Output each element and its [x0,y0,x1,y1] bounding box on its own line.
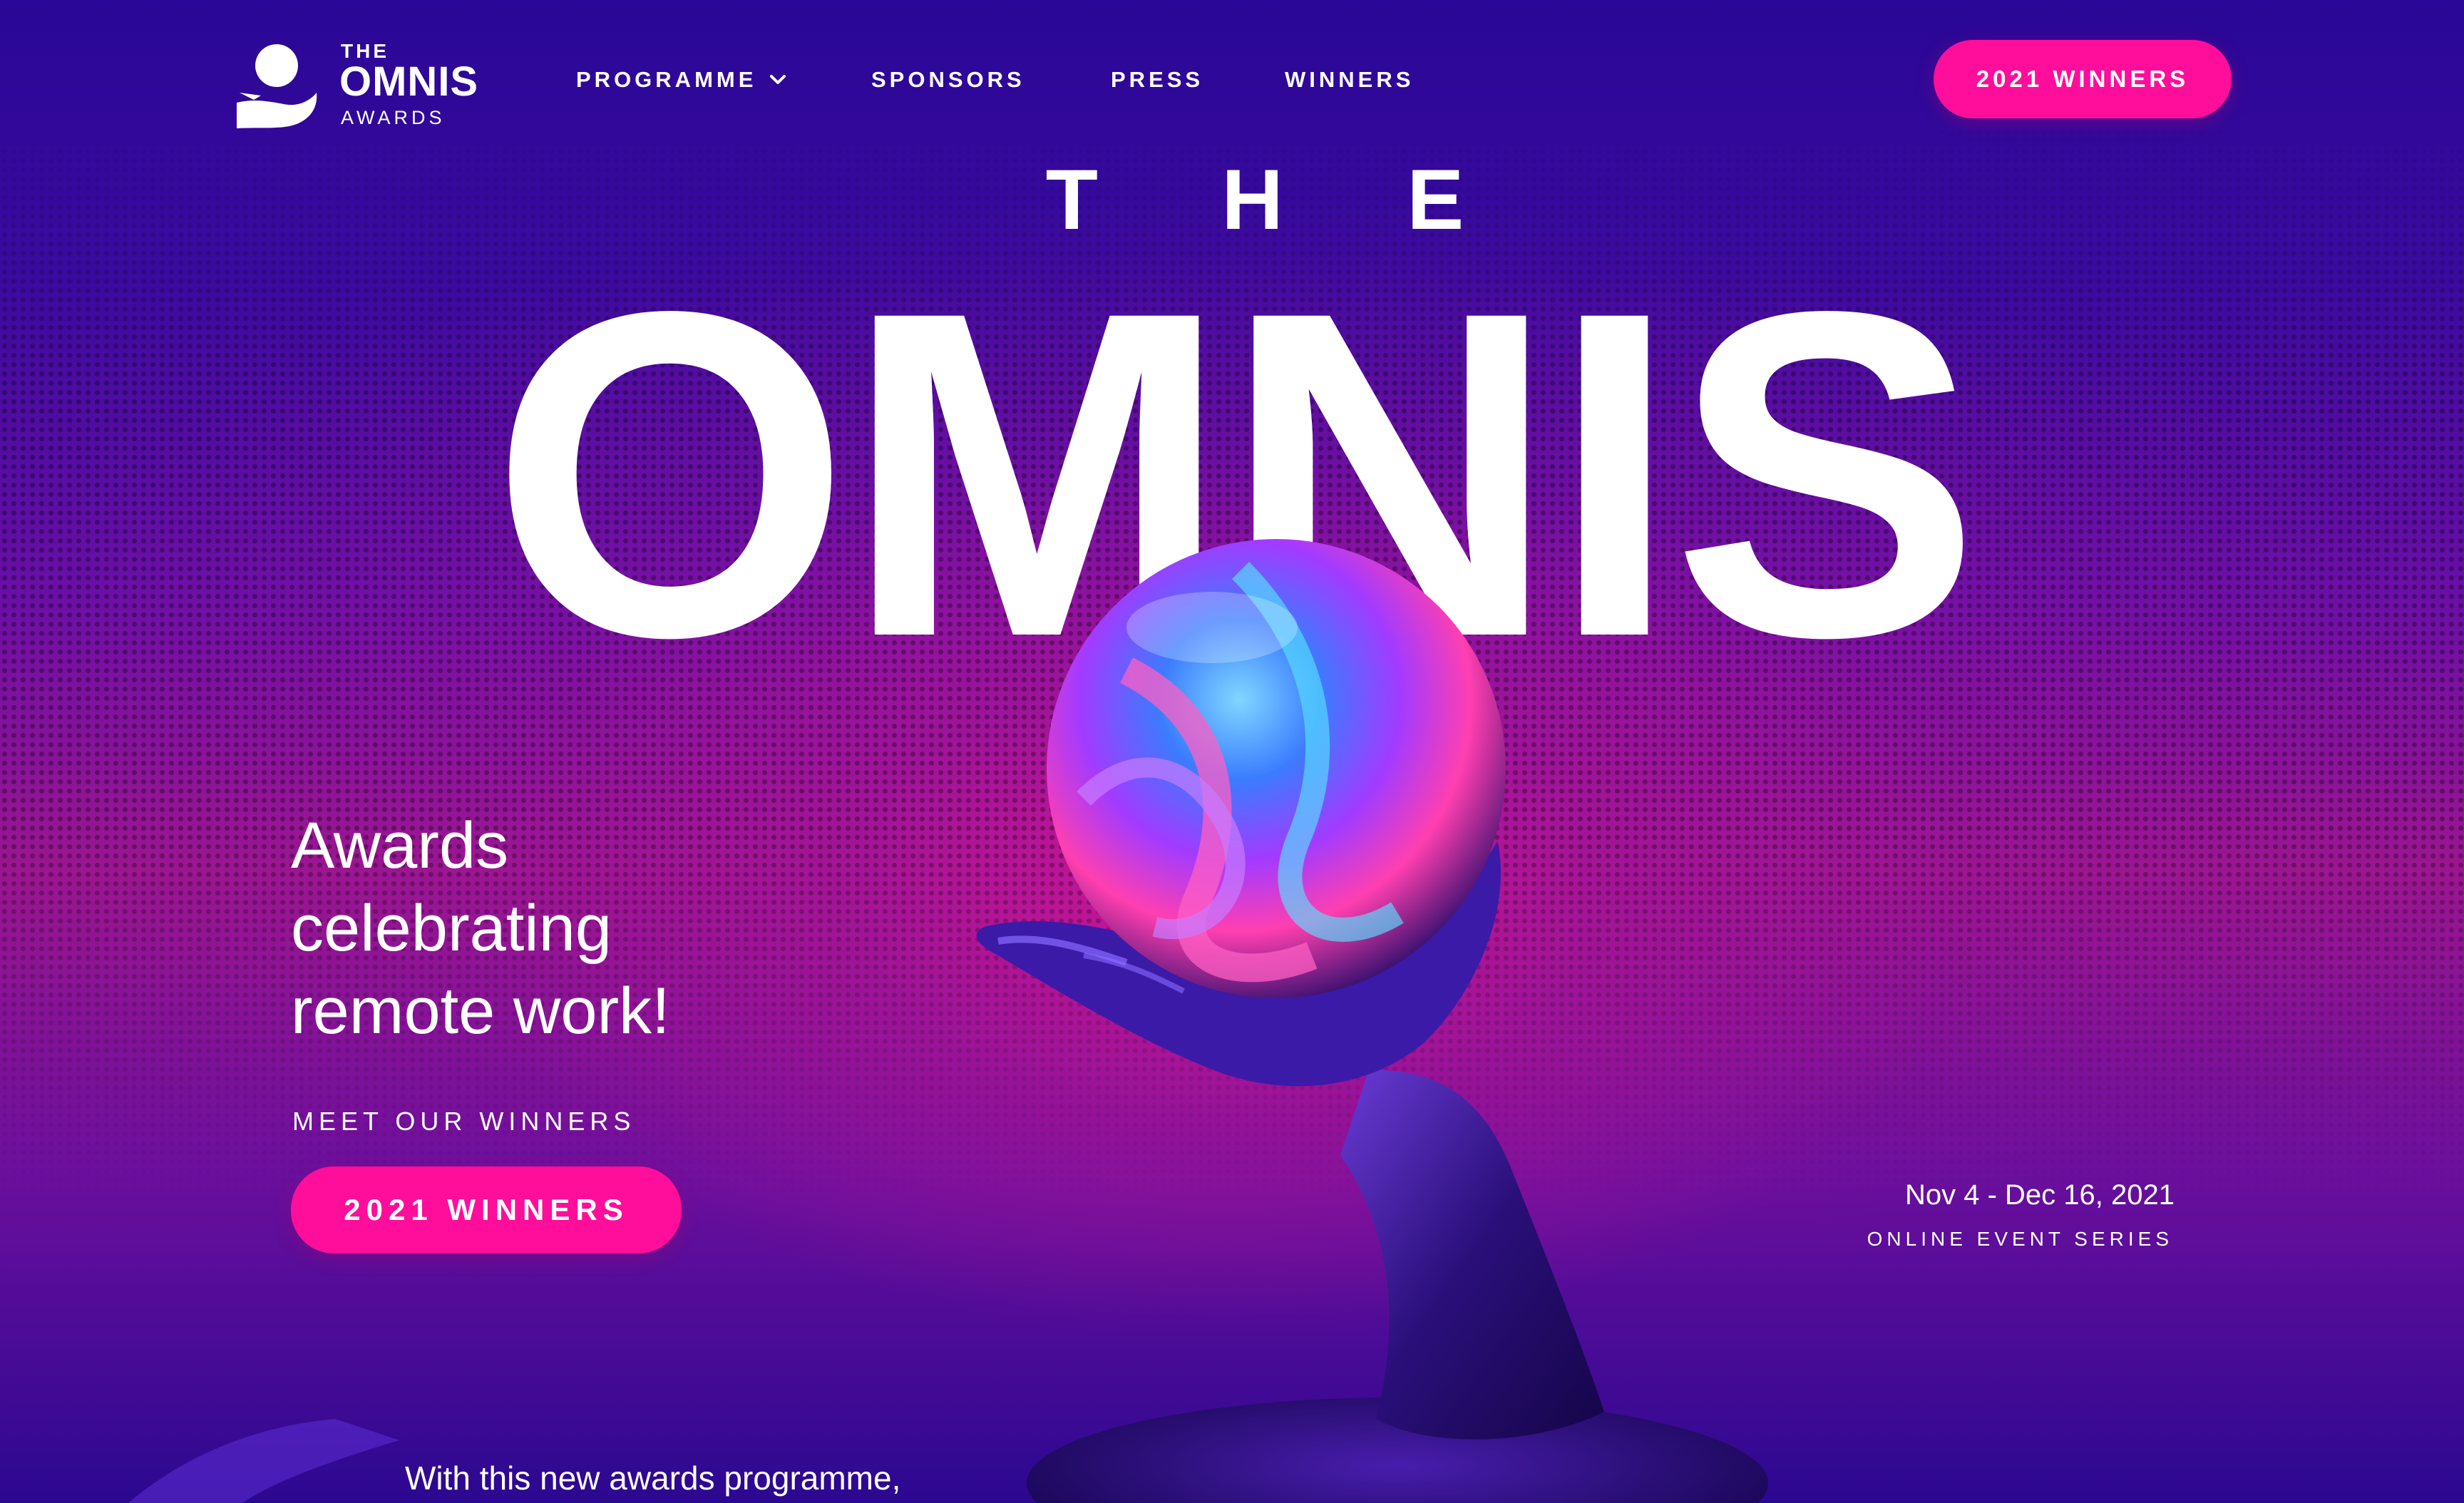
nav-winners[interactable]: WINNERS [1285,63,1414,97]
intro-text: With this new awards programme, [405,1460,901,1497]
brand-logo[interactable]: THE OMNIS AWARDS [232,37,503,137]
logo-awards-text: AWARDS [341,107,446,128]
hero-section: T H E OMNIS [0,0,2464,1503]
nav-programme[interactable]: PROGRAMME [576,63,788,97]
trophy-illustration [976,539,1768,1503]
event-dates: Nov 4 - Dec 16, 2021 [1905,1179,2175,1211]
nav-sponsors[interactable]: SPONSORS [871,63,1025,97]
hero-winners-button[interactable]: 2021 WINNERS [291,1166,682,1253]
trophy-hand-icon [237,44,317,128]
meet-winners-label: MEET OUR WINNERS [292,1107,636,1136]
site-header: THE OMNIS AWARDS PROGRAMME SPONSORS PRES… [0,0,2464,157]
hero-tagline: Awards celebrating remote work! [291,809,670,1047]
header-winners-button[interactable]: 2021 WINNERS [1934,40,2232,118]
chevron-down-icon [770,75,786,84]
nav-press[interactable]: PRESS [1111,63,1203,97]
event-type: ONLINE EVENT SERIES [1867,1228,2173,1250]
nav-programme-label: PROGRAMME [576,67,757,92]
logo-omnis-text: OMNIS [339,58,479,105]
